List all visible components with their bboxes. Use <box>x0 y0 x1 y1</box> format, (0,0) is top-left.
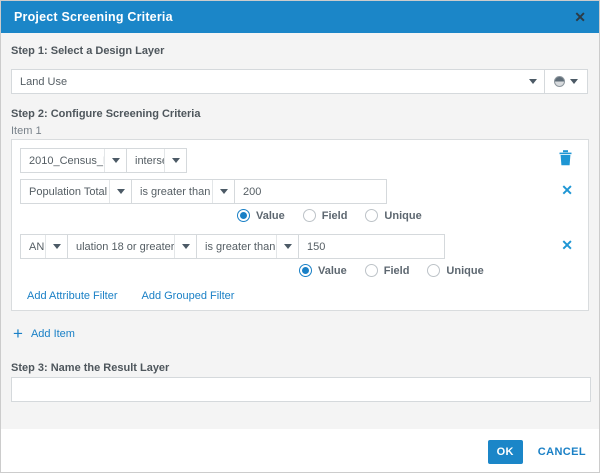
chevron-down-icon <box>45 235 67 258</box>
item-1-panel: 2010_Census_Blocks intersects Population… <box>11 139 589 311</box>
radio-field-label: Field <box>322 210 348 222</box>
project-screening-criteria-dialog: Project Screening Criteria ✕ Step 1: Sel… <box>0 0 600 473</box>
filter2-operator-select[interactable]: is greater than <box>196 234 299 259</box>
radio-field[interactable]: Field <box>365 264 410 277</box>
add-grouped-filter-link[interactable]: Add Grouped Filter <box>142 290 235 302</box>
ok-button[interactable]: OK <box>488 440 523 464</box>
chevron-down-icon <box>522 70 544 93</box>
layer-operator-row: 2010_Census_Blocks intersects <box>20 148 187 173</box>
filter2-logic-value: AND <box>21 235 45 258</box>
radio-selected-icon <box>299 264 312 277</box>
item-1-label: Item 1 <box>11 125 42 137</box>
radio-value-label: Value <box>318 265 347 277</box>
filter1-operator-select[interactable]: is greater than <box>131 179 235 204</box>
step2-label: Step 2: Configure Screening Criteria <box>11 108 200 120</box>
filter2-value-input[interactable] <box>298 234 445 259</box>
remove-filter2-icon[interactable]: ✕ <box>561 238 573 252</box>
radio-unselected-icon <box>427 264 440 277</box>
chevron-down-icon <box>104 149 126 172</box>
dialog-footer: OK CANCEL <box>1 429 599 473</box>
radio-unselected-icon <box>365 264 378 277</box>
design-layer-select-value: Land Use <box>12 70 522 93</box>
step1-label: Step 1: Select a Design Layer <box>11 45 164 57</box>
plus-icon: + <box>13 325 23 342</box>
chevron-down-icon <box>174 235 196 258</box>
radio-unique-label: Unique <box>384 210 421 222</box>
filter2-logic-select[interactable]: AND <box>20 234 68 259</box>
filter2-mode-radio-group: Value Field Unique <box>299 264 484 277</box>
screening-layer-select-value: 2010_Census_Blocks <box>21 149 104 172</box>
attribute-filter-row-2: AND ulation 18 or greater is greater tha… <box>20 234 445 259</box>
add-attribute-filter-link[interactable]: Add Attribute Filter <box>27 290 118 302</box>
filter1-operator-value: is greater than <box>132 180 212 203</box>
layer-options-button[interactable] <box>544 69 588 94</box>
trash-icon[interactable] <box>558 149 573 171</box>
add-item-button[interactable]: + Add Item <box>13 325 75 342</box>
chevron-down-icon <box>570 79 578 84</box>
cancel-button[interactable]: CANCEL <box>538 446 586 458</box>
radio-unique[interactable]: Unique <box>427 264 483 277</box>
radio-value[interactable]: Value <box>299 264 347 277</box>
chevron-down-icon <box>212 180 234 203</box>
radio-field-label: Field <box>384 265 410 277</box>
layer-icon <box>554 76 565 87</box>
close-icon[interactable]: ✕ <box>574 10 586 24</box>
chevron-down-icon <box>109 180 131 203</box>
filter2-field-select[interactable]: ulation 18 or greater <box>67 234 197 259</box>
result-layer-name-input[interactable] <box>11 377 591 402</box>
radio-unselected-icon <box>365 209 378 222</box>
filter2-operator-value: is greater than <box>197 235 276 258</box>
spatial-operator-select-value: intersects <box>127 149 164 172</box>
dialog-header: Project Screening Criteria ✕ <box>1 1 599 33</box>
radio-value[interactable]: Value <box>237 209 285 222</box>
filter1-field-select[interactable]: Population Total <box>20 179 132 204</box>
radio-selected-icon <box>237 209 250 222</box>
step1-row: Land Use <box>11 69 588 94</box>
filter2-field-value: ulation 18 or greater <box>68 235 174 258</box>
filter-links-row: Add Attribute Filter Add Grouped Filter <box>27 290 234 302</box>
step3-label: Step 3: Name the Result Layer <box>11 362 169 374</box>
filter1-mode-radio-group: Value Field Unique <box>237 209 422 222</box>
radio-value-label: Value <box>256 210 285 222</box>
remove-filter1-icon[interactable]: ✕ <box>561 183 573 197</box>
radio-field[interactable]: Field <box>303 209 348 222</box>
radio-unique[interactable]: Unique <box>365 209 421 222</box>
spatial-operator-select[interactable]: intersects <box>126 148 187 173</box>
dialog-title: Project Screening Criteria <box>14 10 173 24</box>
filter1-value-input[interactable] <box>234 179 387 204</box>
chevron-down-icon <box>276 235 298 258</box>
radio-unselected-icon <box>303 209 316 222</box>
radio-unique-label: Unique <box>446 265 483 277</box>
design-layer-select[interactable]: Land Use <box>11 69 545 94</box>
add-item-label: Add Item <box>31 328 75 340</box>
chevron-down-icon <box>164 149 186 172</box>
attribute-filter-row-1: Population Total is greater than <box>20 179 387 204</box>
filter1-field-value: Population Total <box>21 180 109 203</box>
screening-layer-select[interactable]: 2010_Census_Blocks <box>20 148 127 173</box>
